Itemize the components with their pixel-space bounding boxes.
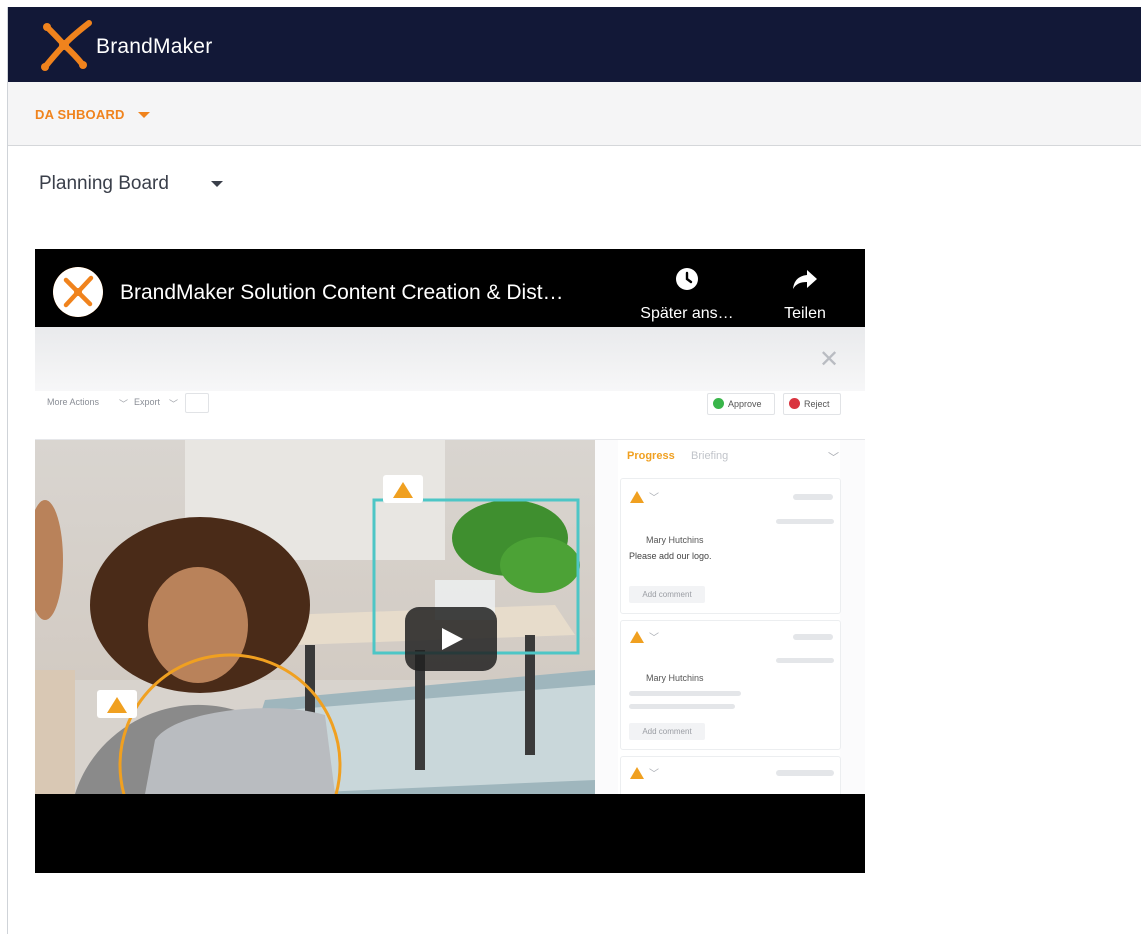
share-button[interactable]: Teilen (770, 267, 840, 323)
comment-author: Mary Hutchins (646, 535, 704, 545)
video-player[interactable]: BrandMaker Solution Content Creation & D… (35, 249, 865, 873)
channel-logo-icon (53, 267, 103, 317)
warning-icon (630, 631, 644, 643)
more-actions-label: More Actions (47, 397, 100, 407)
video-bottom-bar (35, 794, 865, 873)
x-circle-icon (789, 398, 800, 409)
approve-label: Approve (728, 399, 762, 409)
chevron-down-icon[interactable] (138, 112, 150, 118)
comment-text: Please add our logo. (629, 551, 712, 561)
close-icon: ✕ (819, 346, 840, 373)
comment-card: ﹀ (620, 756, 841, 794)
chevron-down-icon: ﹀ (649, 769, 659, 780)
comment-card: ﹀ Mary Hutchins Add comment (620, 620, 841, 750)
chevron-down-icon: ﹀ (649, 493, 659, 504)
dashboard-menu-label[interactable]: DA SHBOARD (35, 107, 125, 122)
brandmaker-logo-icon[interactable] (37, 17, 93, 73)
export-label: Export (134, 397, 161, 407)
board-selector-label[interactable]: Planning Board (39, 173, 169, 195)
tab-progress: Progress (627, 450, 675, 462)
window-top-edge (0, 0, 1141, 7)
play-button[interactable] (405, 607, 497, 671)
placeholder-bar (793, 494, 833, 500)
check-circle-icon (713, 398, 724, 409)
window-left-border (7, 7, 8, 934)
reject-label: Reject (804, 399, 830, 409)
placeholder-bar (629, 704, 735, 709)
chevron-down-icon: ﹀ (169, 399, 179, 409)
chevron-down-icon: ﹀ (649, 633, 659, 644)
watch-later-label: Später ans… (640, 305, 734, 322)
share-label: Teilen (784, 305, 826, 322)
watch-later-button[interactable]: Später ans… (632, 267, 742, 323)
clock-icon (676, 268, 698, 290)
comment-card: ﹀ Mary Hutchins Please add our logo. Add… (620, 478, 841, 614)
tab-briefing: Briefing (691, 450, 729, 462)
comment-author: Mary Hutchins (646, 673, 704, 683)
reject-chip: Reject (783, 393, 841, 415)
video-title[interactable]: BrandMaker Solution Content Creation & D… (120, 281, 564, 305)
add-comment-chip: Add comment (629, 586, 705, 603)
chevron-down-icon: ﹀ (119, 399, 129, 409)
top-navigation-bar: BrandMaker (8, 7, 1141, 82)
chevron-down-icon: ﹀ (828, 452, 839, 464)
thumbnail-side-panel: Progress Briefing ﹀ ﹀ Mary Hutchins Plea… (618, 440, 841, 794)
approve-chip: Approve (707, 393, 775, 415)
placeholder-bar (776, 658, 834, 663)
video-thumbnail[interactable]: ✕ More Actions ﹀ Export ﹀ Approve Reject (35, 327, 865, 794)
dashboard-bar: DA SHBOARD (8, 82, 1141, 146)
warning-icon (630, 491, 644, 503)
placeholder-bar (776, 770, 834, 776)
brand-name: BrandMaker (96, 35, 213, 58)
add-comment-chip: Add comment (629, 723, 705, 740)
board-selector-chevron-down-icon[interactable] (211, 181, 223, 187)
share-arrow-icon (793, 270, 817, 289)
channel-avatar[interactable] (53, 267, 103, 317)
placeholder-bar (776, 519, 834, 524)
toolbar-icon-box (185, 393, 209, 413)
placeholder-bar (629, 691, 741, 696)
thumbnail-top-band (35, 327, 865, 391)
placeholder-bar (793, 634, 833, 640)
warning-icon (630, 767, 644, 779)
video-title-bar: BrandMaker Solution Content Creation & D… (35, 249, 865, 327)
thumbnail-photo (35, 440, 595, 794)
play-icon (442, 628, 463, 650)
